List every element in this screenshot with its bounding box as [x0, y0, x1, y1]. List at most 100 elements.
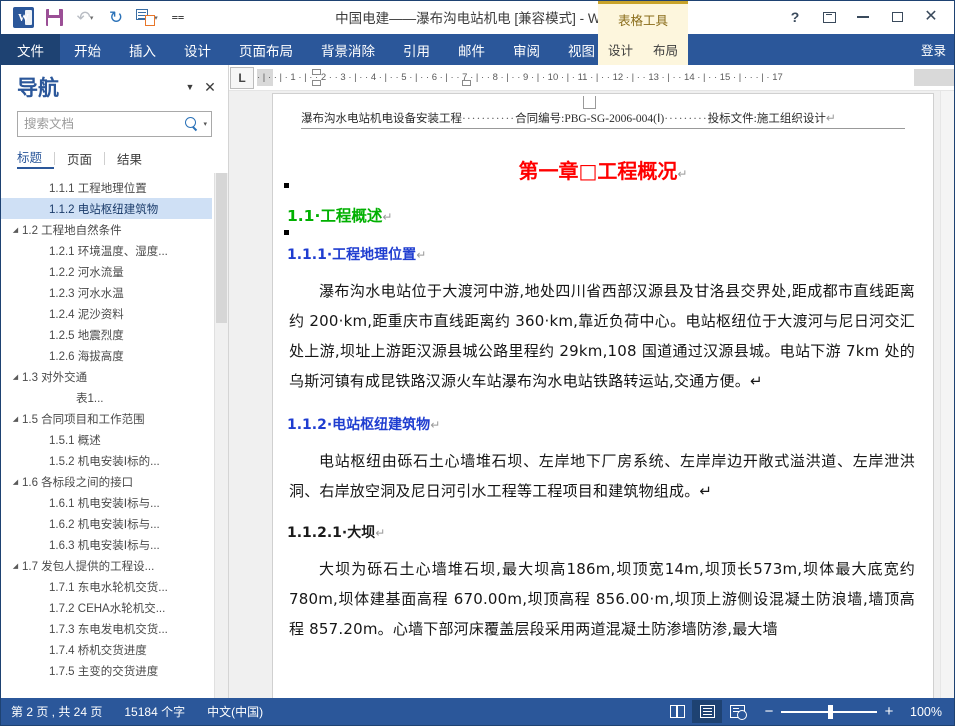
word-count[interactable]: 15184 个字: [124, 703, 185, 720]
navigation-item[interactable]: 1.1.2 电站枢纽建筑物: [1, 198, 212, 219]
navigation-item[interactable]: 1.7.2 CEHA水轮机交...: [1, 597, 212, 618]
tab-table-design[interactable]: 设计: [598, 34, 643, 65]
close-icon[interactable]: ✕: [914, 4, 948, 30]
paragraph-mark: ↵: [382, 210, 392, 224]
expand-collapse-triangle-icon[interactable]: ◢: [9, 478, 22, 486]
ribbon-display-options-icon[interactable]: [812, 4, 846, 30]
zoom-out-button[interactable]: −: [764, 704, 774, 719]
paragraph-1[interactable]: 瀑布沟水电站位于大渡河中游,地处四川省西部汉源县及甘洛县交界处,距成都市直线距离…: [289, 276, 915, 396]
navigation-item[interactable]: 1.7.5 主变的交货进度: [1, 660, 212, 681]
search-icon[interactable]: [185, 117, 199, 131]
print-layout-icon[interactable]: [692, 700, 722, 723]
paragraph-3[interactable]: 大坝为砾石土心墙堆石坝,最大坝高186m,坝顶宽14m,坝顶长573m,坝体最大…: [289, 554, 915, 644]
navigation-item[interactable]: 1.2.6 海拔高度: [1, 345, 212, 366]
navigation-item[interactable]: 表1...: [1, 387, 212, 408]
tab-page-layout[interactable]: 页面布局: [225, 34, 307, 65]
paragraph-2[interactable]: 电站枢纽由砾石土心墙堆石坝、左岸地下厂房系统、左岸岸边开敞式溢洪道、左岸泄洪洞、…: [289, 446, 915, 506]
save-icon[interactable]: [40, 5, 68, 31]
redo-icon[interactable]: ↻: [102, 5, 130, 31]
paragraph-mark: ↵: [677, 167, 687, 181]
tab-file[interactable]: 文件: [1, 34, 60, 65]
page-indicator[interactable]: 第 2 页 , 共 24 页: [11, 703, 102, 720]
tab-headings[interactable]: 标题: [17, 147, 54, 169]
search-input[interactable]: [24, 117, 185, 131]
chevron-down-icon[interactable]: ▾: [203, 120, 207, 128]
word-logo-icon[interactable]: W: [9, 5, 37, 31]
navigation-item[interactable]: ◢1.7 发包人提供的工程设...: [1, 555, 212, 576]
navigation-item[interactable]: 1.2.2 河水流量: [1, 261, 212, 282]
heading-collapse-marker[interactable]: [284, 230, 289, 235]
minimize-icon[interactable]: [846, 4, 880, 30]
navigation-heading-list[interactable]: 1.1.1 工程地理位置1.1.2 电站枢纽建筑物◢1.2 工程地自然条件1.2…: [1, 173, 228, 698]
tab-design[interactable]: 设计: [170, 34, 225, 65]
navigation-item[interactable]: 1.7.3 东电发电机交货...: [1, 618, 212, 639]
horizontal-ruler[interactable]: L · | · · | · 1 · | · · 2 · · 3 · | · · …: [229, 65, 954, 91]
expand-collapse-triangle-icon[interactable]: ◢: [9, 415, 22, 423]
navigation-item-label: 表1...: [76, 390, 103, 406]
close-icon[interactable]: ✕: [200, 77, 220, 97]
chapter-title: 第一章□工程概况↵: [273, 155, 933, 184]
navigation-item[interactable]: 1.6.2 机电安装Ⅰ标与...: [1, 513, 212, 534]
first-line-indent-marker[interactable]: [312, 69, 321, 75]
navigation-item[interactable]: 1.2.3 河水水温: [1, 282, 212, 303]
navigation-item[interactable]: 1.2.1 环境温度、湿度...: [1, 240, 212, 261]
tab-review[interactable]: 审阅: [499, 34, 554, 65]
signin-link[interactable]: 登录: [921, 34, 946, 65]
navigation-item[interactable]: 1.5.2 机电安装Ⅰ标的...: [1, 450, 212, 471]
zoom-in-button[interactable]: +: [884, 704, 894, 719]
expand-collapse-triangle-icon[interactable]: ◢: [9, 373, 22, 381]
zoom-level[interactable]: 100%: [904, 705, 942, 719]
zoom-slider[interactable]: [781, 711, 877, 713]
tab-pages[interactable]: 页面: [55, 149, 104, 168]
navigation-item[interactable]: 1.7.4 桥机交货进度: [1, 639, 212, 660]
zoom-slider-thumb[interactable]: [828, 705, 833, 719]
navigation-item[interactable]: ◢1.2 工程地自然条件: [1, 219, 212, 240]
heading-1-1-text: 1.1·工程概述: [287, 207, 382, 225]
hanging-indent-marker[interactable]: [312, 80, 321, 86]
undo-icon[interactable]: ↶▾: [71, 5, 99, 31]
language-indicator[interactable]: 中文(中国): [207, 703, 263, 720]
customize-qat-icon[interactable]: ⩵: [164, 5, 192, 31]
navigation-item[interactable]: ◢1.6 各标段之间的接口: [1, 471, 212, 492]
page-header-dots-2: ·········: [664, 113, 707, 125]
navigation-scrollbar[interactable]: [214, 173, 228, 698]
help-icon[interactable]: ?: [778, 4, 812, 30]
touch-mouse-mode-icon[interactable]: ▾: [133, 5, 161, 31]
web-layout-icon[interactable]: [722, 700, 752, 723]
expand-collapse-triangle-icon[interactable]: ◢: [9, 562, 22, 570]
navigation-item[interactable]: 1.2.4 泥沙资料: [1, 303, 212, 324]
ruler-strip[interactable]: · | · · | · 1 · | · · 2 · · 3 · | · · 4 …: [257, 69, 954, 86]
scrollbar-thumb[interactable]: [216, 173, 227, 323]
navigation-item[interactable]: 1.6.3 机电安装Ⅰ标与...: [1, 534, 212, 555]
heading-collapse-marker[interactable]: [284, 183, 289, 188]
navigation-item[interactable]: 1.2.5 地震烈度: [1, 324, 212, 345]
navigation-item[interactable]: ◢1.3 对外交通: [1, 366, 212, 387]
navigation-item[interactable]: 1.1.1 工程地理位置: [1, 177, 212, 198]
paragraph-mark: ↵: [430, 418, 440, 432]
table-tools-text: 表格工具: [618, 10, 668, 29]
ruler-tick-labels: · | · · | · 1 · | · · 2 · · 3 · | · · 4 …: [257, 69, 954, 86]
chevron-down-icon[interactable]: ▼: [180, 77, 200, 97]
tab-insert[interactable]: 插入: [115, 34, 170, 65]
document-page[interactable]: 瀑布沟水电站机电设备安装工程 ··········· 合同编号:PBG-SG-2…: [273, 94, 933, 698]
navigation-item[interactable]: 1.6.1 机电安装Ⅰ标与...: [1, 492, 212, 513]
document-vertical-scrollbar[interactable]: [940, 91, 954, 698]
tab-mailings[interactable]: 邮件: [444, 34, 499, 65]
word-window: W ↶▾ ↻ ▾ ⩵ 中国电建——瀑布沟电站机电 [兼容模式] - Word 表…: [0, 0, 955, 726]
left-indent-marker[interactable]: [462, 80, 471, 86]
page-header-dots-1: ···········: [462, 113, 515, 125]
tab-results[interactable]: 结果: [105, 149, 154, 168]
expand-collapse-triangle-icon[interactable]: ◢: [9, 226, 22, 234]
navigation-item[interactable]: 1.7.1 东电水轮机交货...: [1, 576, 212, 597]
navigation-item-label: 1.7.4 桥机交货进度: [49, 642, 147, 658]
tab-remove-background[interactable]: 背景消除: [307, 34, 389, 65]
tab-stop-selector[interactable]: L: [230, 67, 254, 89]
maximize-icon[interactable]: [880, 4, 914, 30]
read-mode-icon[interactable]: [662, 700, 692, 723]
tab-table-layout[interactable]: 布局: [643, 34, 688, 65]
tab-references[interactable]: 引用: [389, 34, 444, 65]
navigation-item[interactable]: 1.5.1 概述: [1, 429, 212, 450]
tab-home[interactable]: 开始: [60, 34, 115, 65]
paragraph-mark: ↵: [826, 111, 836, 126]
navigation-item[interactable]: ◢1.5 合同项目和工作范围: [1, 408, 212, 429]
